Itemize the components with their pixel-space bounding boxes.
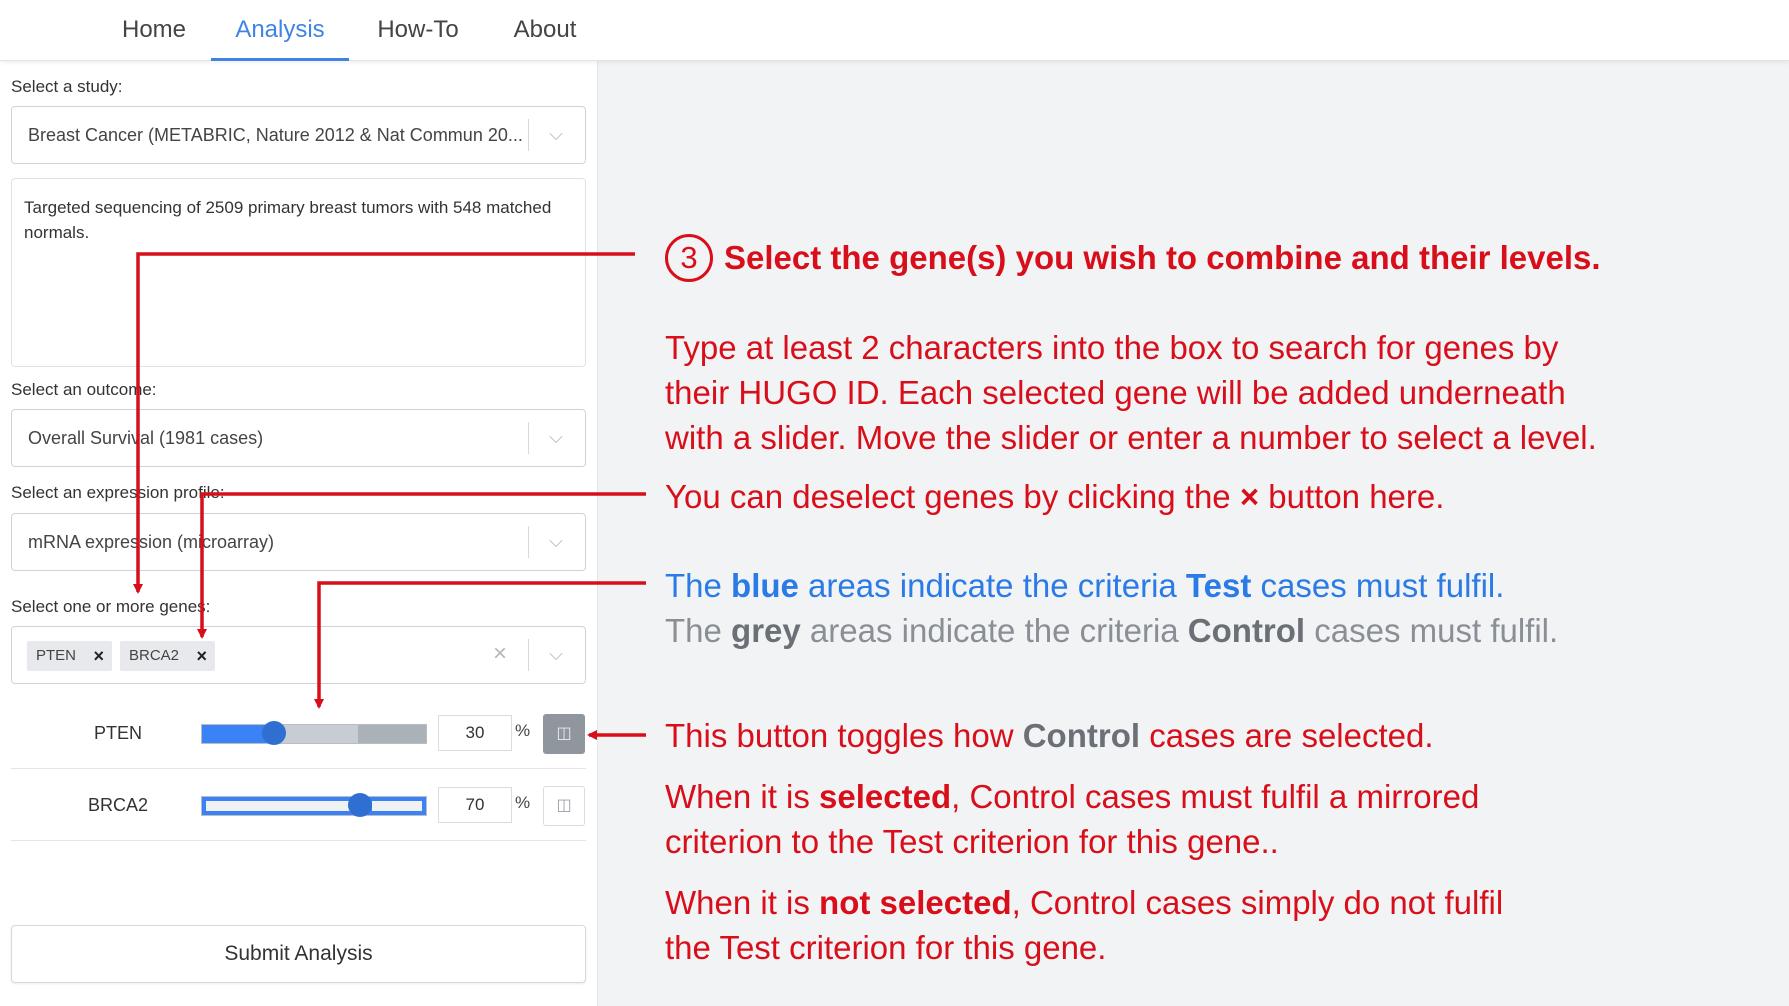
text: This button toggles how [665,717,1023,754]
gene-chip-pten: PTEN × [27,641,112,671]
slider-thumb[interactable] [262,721,286,745]
text: areas indicate the criteria [800,612,1188,649]
annotation-title: Select the gene(s) you wish to combine a… [724,239,1601,276]
annotation-not-selected: When it is not selected, Control cases s… [665,880,1503,925]
clear-all-icon[interactable]: × [493,640,507,668]
mirror-toggle-button[interactable]: ◫ [543,786,585,826]
annotation-para1-line3: with a slider. Move the slider or enter … [665,419,1597,456]
gene-level-input[interactable]: 70 [438,787,512,823]
study-description: Targeted sequencing of 2509 primary brea… [11,178,586,367]
study-label: Select a study: [11,77,123,96]
text: cases are selected. [1140,717,1434,754]
gene-level-input[interactable]: 30 [438,715,512,751]
text: , Control cases simply do not fulfil [1011,884,1504,921]
annotation-toggle: This button toggles how Control cases ar… [665,713,1434,758]
outcome-select[interactable]: Overall Survival (1981 cases) ⌵ [11,409,586,467]
annotation-para1-line2: their HUGO ID. Each selected gene will b… [665,374,1566,411]
submit-analysis-button[interactable]: Submit Analysis [11,925,586,983]
app-root: Home Analysis How-To About Select a stud… [0,0,1789,1006]
step-number-badge: 3 [665,234,713,282]
annotation-not-selected-line2: the Test criterion for this gene. [665,929,1107,966]
genes-multiselect[interactable]: PTEN × BRCA2 × × ⌵ [11,626,586,684]
annotation-grey-areas: The grey areas indicate the criteria Con… [665,608,1558,653]
mirror-icon: ◫ [556,725,572,742]
slider-thumb[interactable] [348,793,372,817]
percent-sign: % [515,793,531,812]
genes-label: Select one or more genes: [11,597,211,616]
top-navbar: Home Analysis How-To About [0,0,1789,61]
text: When it is [665,884,820,921]
gene-row-name: PTEN [93,723,142,743]
tab-about[interactable]: About [496,0,594,61]
text: button here. [1259,478,1445,515]
text: , Control cases must fulfil a mirrored [951,778,1480,815]
text: areas indicate the criteria [798,567,1186,604]
select-separator [528,526,529,558]
chip-remove-icon[interactable]: × [93,641,104,671]
chip-remove-icon[interactable]: × [196,641,207,671]
chevron-down-icon[interactable]: ⌵ [545,426,567,448]
percent-sign: % [515,721,531,740]
mirror-toggle-button[interactable]: ◫ [543,714,585,754]
gene-chip-brca2: BRCA2 × [120,641,215,671]
emphasis: Control [1022,717,1141,754]
study-select-value: Breast Cancer (METABRIC, Nature 2012 & N… [28,125,523,145]
annotation-para1-line1: Type at least 2 characters into the box … [665,329,1559,366]
outcome-select-value: Overall Survival (1981 cases) [28,428,264,448]
expression-profile-select[interactable]: mRNA expression (microarray) ⌵ [11,513,586,571]
text: The [665,567,732,604]
annotation-selected: When it is selected, Control cases must … [665,774,1479,819]
gene-chip-label: BRCA2 [129,647,180,664]
gene-chip-label: PTEN [36,647,77,664]
emphasis: selected [819,778,952,815]
gene-level-slider[interactable] [201,793,427,817]
study-select[interactable]: Breast Cancer (METABRIC, Nature 2012 & N… [11,106,586,164]
tab-home[interactable]: Home [104,0,204,61]
analysis-form-panel: Select a study: Breast Cancer (METABRIC,… [0,61,598,1006]
emphasis: blue [731,567,799,604]
slider-inner-track [206,801,356,811]
annotation-blue-areas: The blue areas indicate the criteria Tes… [665,563,1504,608]
tab-analysis[interactable]: Analysis [211,0,349,61]
outcome-label: Select an outcome: [11,380,157,399]
emphasis: not selected [819,884,1012,921]
select-separator [528,422,529,454]
text: When it is [665,778,820,815]
slider-inner-track [372,801,422,811]
annotation-selected-line2: criterion to the Test criterion for this… [665,823,1279,860]
text: The [665,612,732,649]
text: cases must fulfil. [1305,612,1559,649]
emphasis: Control [1187,612,1306,649]
select-separator [528,639,529,671]
annotation-deselect: You can deselect genes by clicking the ×… [665,474,1444,519]
text: You can deselect genes by clicking the [665,478,1240,515]
gene-row-name: BRCA2 [87,795,149,815]
close-icon: × [1239,478,1260,515]
slider-control-range [358,725,426,743]
select-separator [528,119,529,151]
mirror-icon: ◫ [556,797,572,814]
emphasis: Test [1185,567,1252,604]
expression-profile-label: Select an expression profile: [11,483,225,502]
chevron-down-icon[interactable]: ⌵ [545,643,567,665]
gene-level-row-brca2: BRCA2 70 % ◫ [11,769,586,841]
text: cases must fulfil. [1251,567,1505,604]
chevron-down-icon[interactable]: ⌵ [545,123,567,145]
gene-level-row-pten: PTEN 30 % ◫ [11,697,586,769]
chevron-down-icon[interactable]: ⌵ [545,530,567,552]
tab-how-to[interactable]: How-To [356,0,480,61]
expression-profile-value: mRNA expression (microarray) [28,532,275,552]
gene-level-slider[interactable] [201,721,427,745]
emphasis: grey [731,612,801,649]
